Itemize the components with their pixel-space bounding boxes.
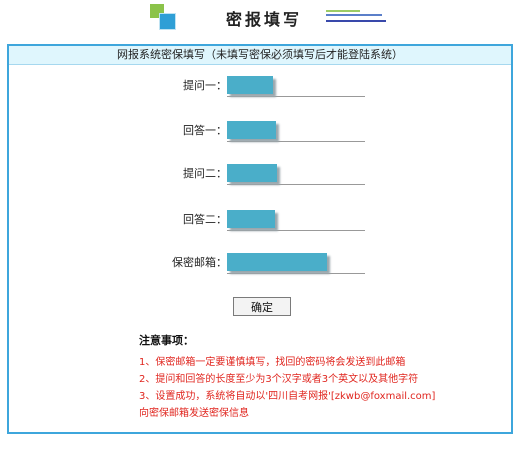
confirm-button[interactable]: 确定 bbox=[233, 297, 291, 316]
note-item: 2、提问和回答的长度至少为3个汉字或者3个英文以及其他字符 bbox=[139, 374, 419, 385]
secure-email-row: 保密邮箱： bbox=[9, 251, 509, 275]
security-form-panel: 网报系统密保填写（未填写密保必须填写后才能登陆系统） 提问一： 回答一： 提问二… bbox=[7, 44, 513, 434]
answer-two-row: 回答二： bbox=[9, 208, 509, 232]
notes-title: 注意事项： bbox=[139, 334, 194, 347]
note-item: 向密保邮箱发送密保信息 bbox=[139, 408, 249, 419]
answer-two-label: 回答二： bbox=[183, 213, 227, 226]
note-item: 3、设置成功，系统将自动以'四川自考网报'[zkwb@foxmail.com] bbox=[139, 391, 436, 402]
redacted-value bbox=[227, 121, 276, 139]
question-two-row: 提问二： bbox=[9, 162, 509, 186]
decorative-line bbox=[326, 20, 386, 22]
page-header: 密报填写 bbox=[0, 0, 521, 40]
answer-one-row: 回答一： bbox=[9, 119, 509, 143]
question-one-label: 提问一： bbox=[183, 79, 227, 92]
question-two-label: 提问二： bbox=[183, 167, 227, 180]
note-item: 1、保密邮箱一定要谨慎填写，找回的密码将会发送到此邮箱 bbox=[139, 357, 406, 368]
secure-email-label: 保密邮箱： bbox=[172, 256, 227, 269]
logo-icon bbox=[150, 4, 176, 30]
logo-blue-square bbox=[159, 13, 176, 30]
panel-heading: 网报系统密保填写（未填写密保必须填写后才能登陆系统） bbox=[9, 46, 511, 65]
redacted-value bbox=[227, 164, 277, 182]
decorative-line bbox=[326, 10, 360, 12]
redacted-value bbox=[227, 76, 273, 94]
redacted-value bbox=[227, 253, 327, 271]
notes-section: 注意事项： 1、保密邮箱一定要谨慎填写，找回的密码将会发送到此邮箱 2、提问和回… bbox=[139, 332, 509, 422]
answer-one-label: 回答一： bbox=[183, 124, 227, 137]
question-one-row: 提问一： bbox=[9, 74, 509, 98]
page-title: 密报填写 bbox=[226, 10, 303, 29]
redacted-value bbox=[227, 210, 275, 228]
decorative-line bbox=[326, 14, 382, 16]
